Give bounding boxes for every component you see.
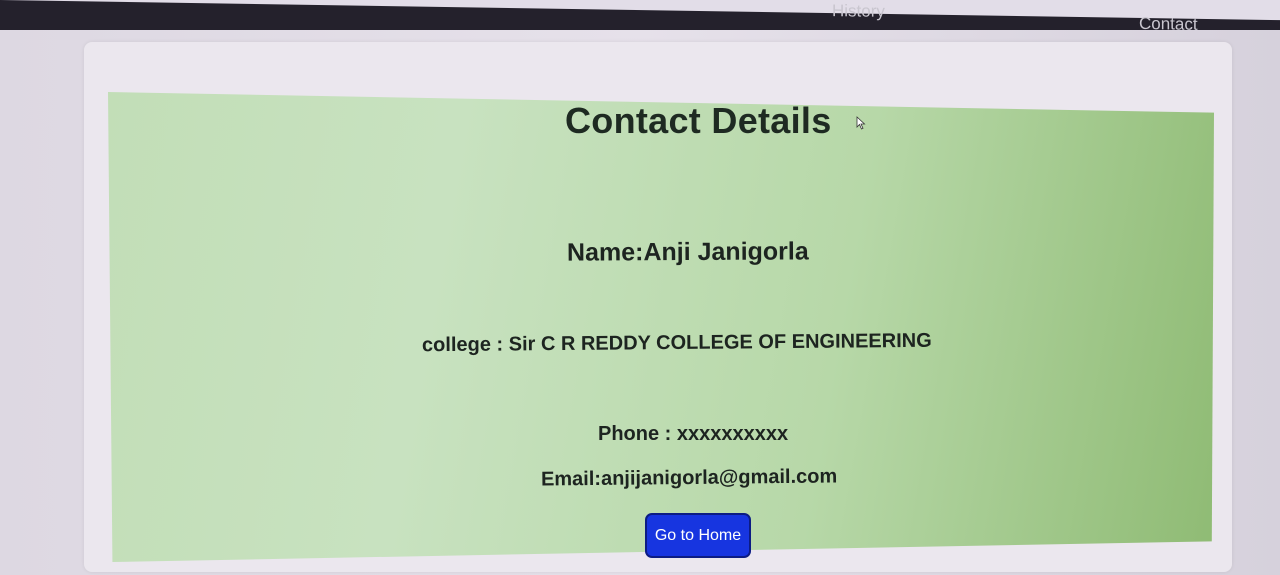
contact-college: college : Sir C R REDDY COLLEGE OF ENGIN…	[421, 329, 932, 357]
mouse-pointer-icon	[856, 116, 866, 130]
contact-email: Email:anjijanigorla@gmail.com	[540, 465, 838, 491]
nav-item-history[interactable]: History	[832, 1, 885, 22]
contact-panel	[108, 92, 1214, 562]
go-to-home-button[interactable]: Go to Home	[645, 513, 751, 558]
page-title: Contact Details	[565, 100, 832, 141]
contact-phone: Phone : xxxxxxxxxx	[598, 423, 789, 445]
contact-name: Name:Anji Janigorla	[566, 237, 809, 267]
